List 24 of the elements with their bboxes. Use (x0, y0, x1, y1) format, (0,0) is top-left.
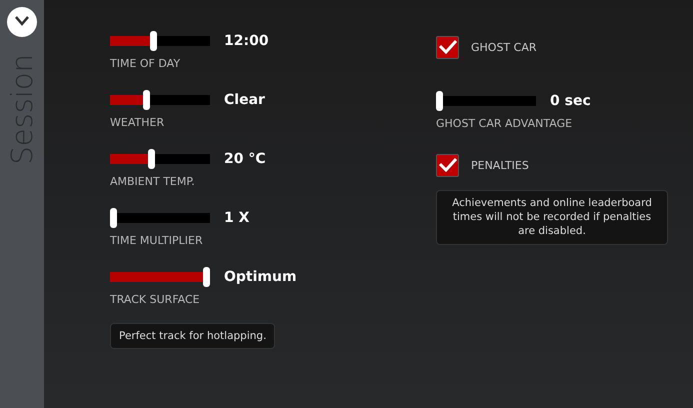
checkbox-label: GHOST CAR (471, 40, 537, 54)
tooltip: Perfect track for hotlapping. (110, 323, 276, 350)
slider-label: TRACK SURFACE (110, 293, 201, 306)
slider-thumb[interactable] (148, 149, 156, 169)
slider-thumb[interactable] (436, 91, 443, 111)
slider-value: 1 X (224, 210, 250, 226)
checkbox[interactable] (436, 154, 459, 176)
slider-thumb[interactable] (203, 267, 210, 287)
warning-note: Achievements and online leaderboard times will not be recorded if penalties are disabled. (436, 190, 668, 245)
slider-label: TIME MULTIPLIER (110, 234, 204, 247)
slider-value: 0 sec (550, 93, 591, 109)
slider-label: TIME OF DAY (110, 57, 182, 70)
slider-value: Optimum (224, 269, 297, 285)
slider-value: 12:00 (224, 33, 269, 49)
checkbox[interactable] (436, 36, 459, 58)
slider-value: Clear (224, 92, 265, 108)
slider-thumb[interactable] (150, 31, 157, 51)
slider-value: 20 °C (224, 151, 266, 167)
slider-label: AMBIENT TEMP. (110, 175, 196, 188)
slider-thumb[interactable] (110, 208, 117, 228)
slider-label: WEATHER (110, 116, 166, 129)
slider-label: GHOST CAR ADVANTAGE (436, 117, 574, 130)
slider-thumb[interactable] (143, 90, 150, 110)
checkbox-label: PENALTIES (471, 158, 529, 172)
